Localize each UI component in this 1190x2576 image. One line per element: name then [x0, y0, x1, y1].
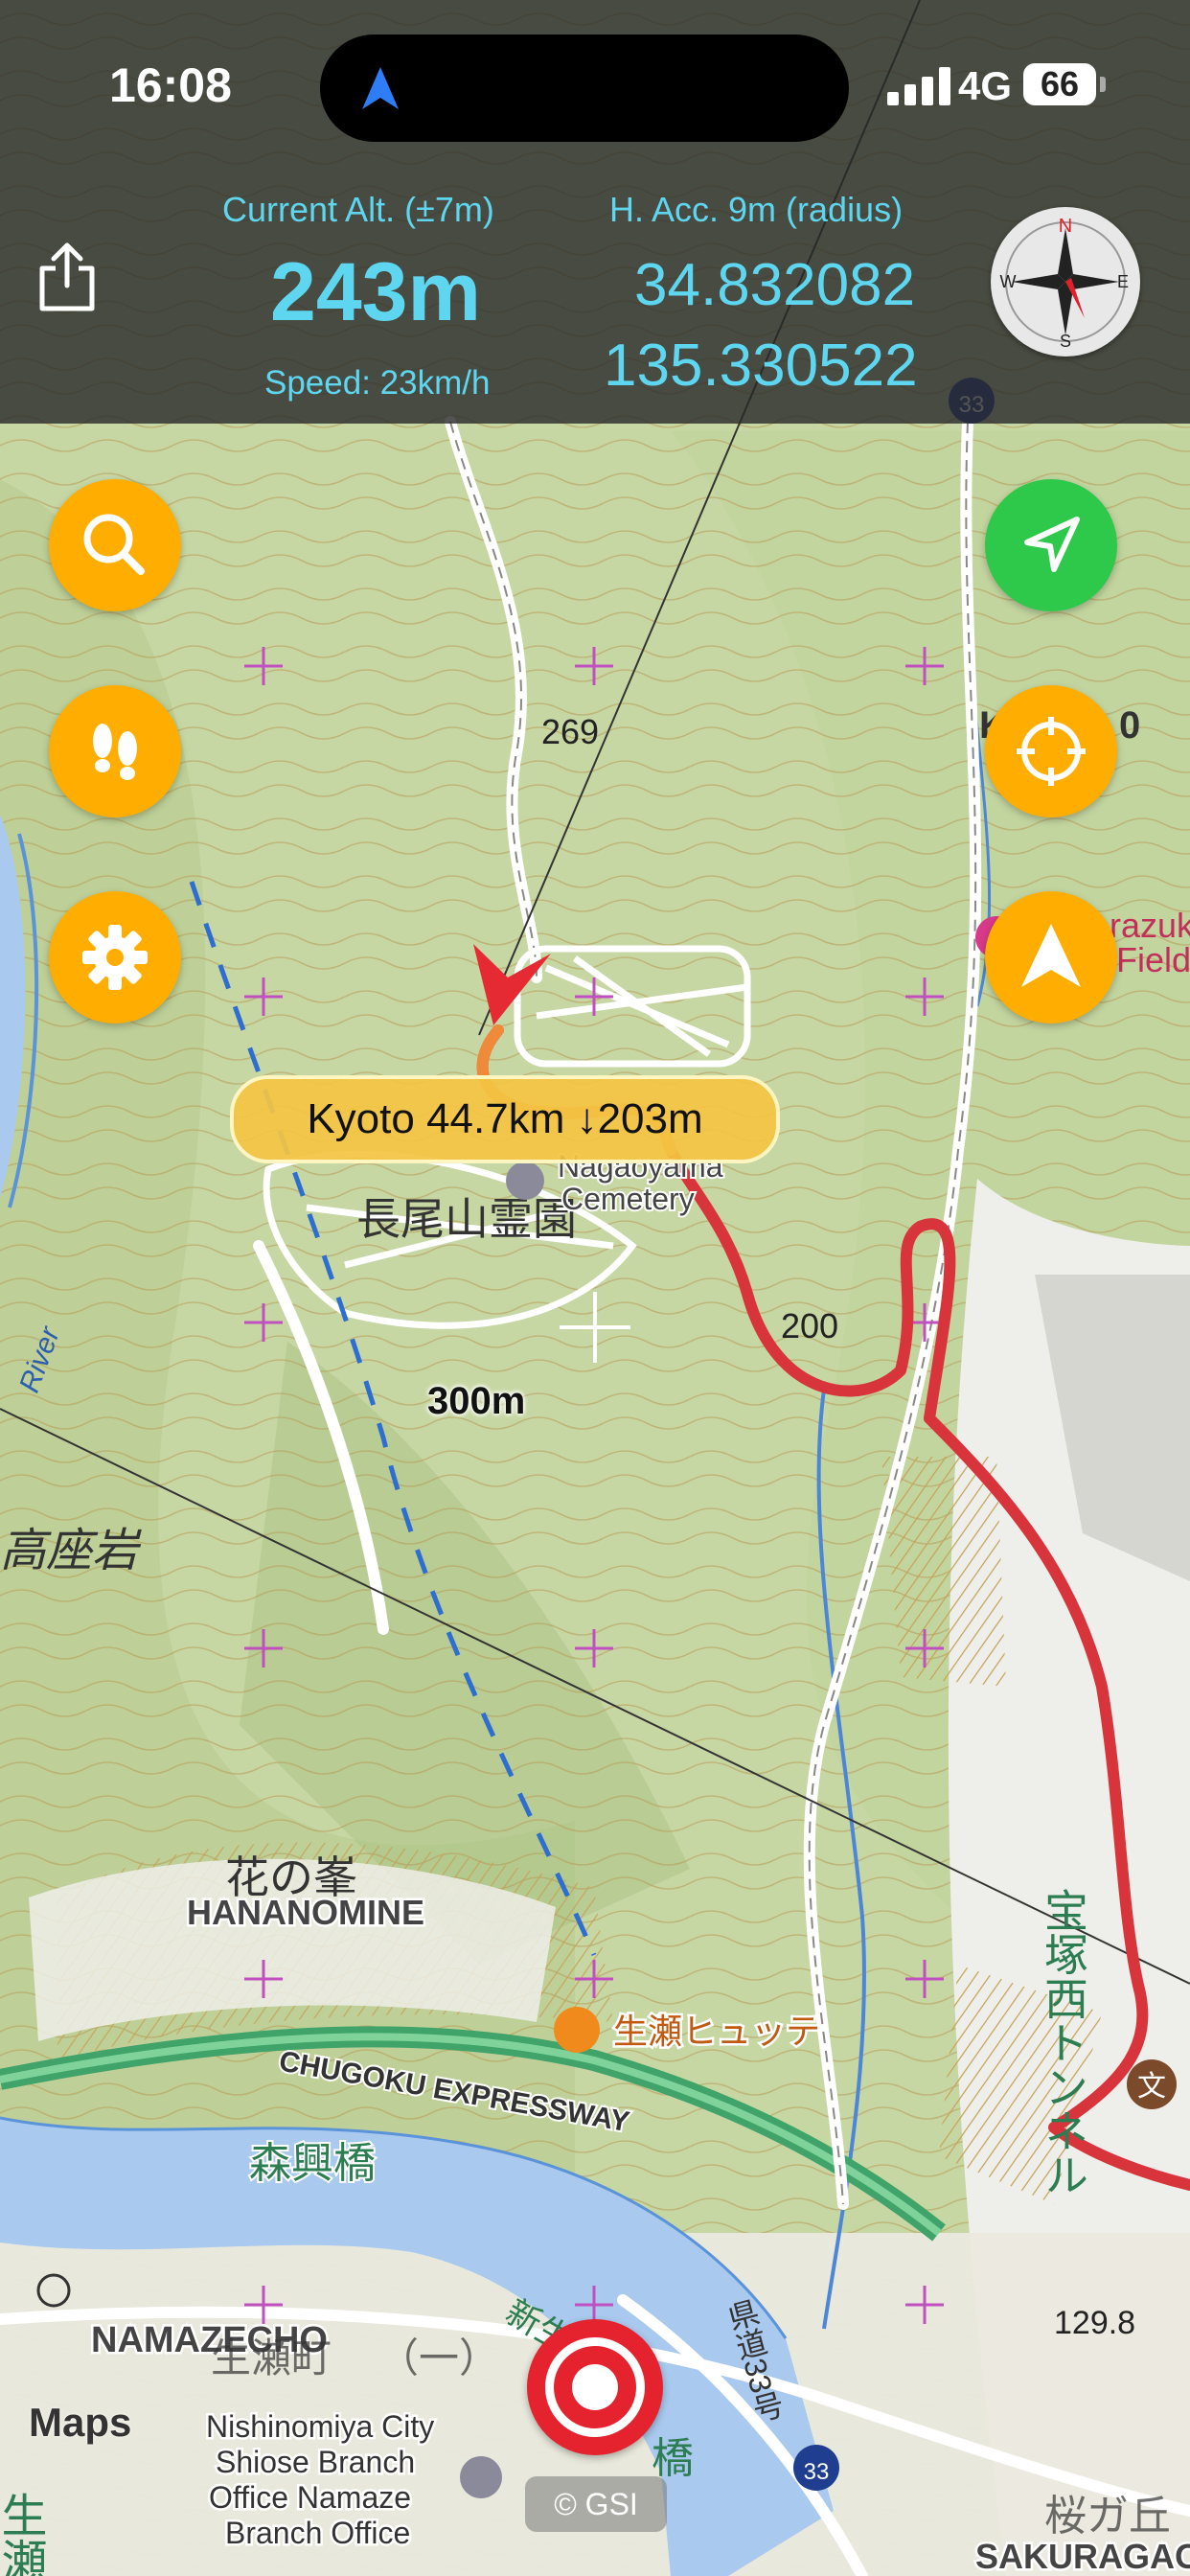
status-bar: 16:08 4G 66: [0, 0, 1190, 172]
elevation-label-200: 200: [781, 1306, 838, 1346]
school-poi-glyph: 文: [1137, 2071, 1166, 2103]
field-label-1: razuk: [1110, 906, 1190, 945]
elevation-label-269: 269: [541, 712, 599, 751]
network-type: 4G: [958, 63, 1013, 108]
latitude-value: 34.832082: [634, 252, 916, 318]
altitude-value: 243m: [270, 246, 481, 338]
battery-cap: [1100, 77, 1106, 92]
cemetery-label-en-2: Cemetery: [561, 1182, 695, 1216]
search-button[interactable]: [49, 479, 181, 611]
office-label-4: Branch Office: [225, 2516, 410, 2550]
hananomine-label-en: HANANOMINE: [187, 1893, 424, 1932]
speed-readout: Speed: 23km/h: [264, 364, 491, 402]
search-icon: [83, 514, 145, 575]
destination-distance-label[interactable]: Kyoto 44.7km ↓203m: [230, 1075, 780, 1163]
dynamic-island: [320, 34, 849, 142]
target-icon: [1017, 717, 1086, 786]
hashi-label: 橋: [652, 2435, 694, 2482]
sakuragaoka-label: SAKURAGAO: [975, 2537, 1190, 2576]
bridge-label: 森興橋: [249, 2140, 376, 2187]
longitude-value: 135.330522: [604, 333, 918, 399]
chome-label: （一）: [378, 2335, 499, 2380]
status-time: 16:08: [109, 58, 232, 112]
location-arrow-icon: [1024, 517, 1080, 572]
compass-rose-icon: N E S W: [1000, 216, 1130, 351]
rock-label: 高座岩: [0, 1526, 142, 1576]
cemetery-label-jp: 長尾山霊園: [356, 1194, 577, 1244]
compass-south-label: S: [1060, 332, 1071, 351]
route-33-label-bottom: 33: [804, 2459, 830, 2485]
station-label: 生瀬駅: [0, 2492, 47, 2576]
target-button[interactable]: [985, 685, 1117, 817]
settings-button[interactable]: [49, 891, 181, 1024]
map-attribution[interactable]: © GSI: [525, 2476, 667, 2532]
compass-button[interactable]: N E S W: [991, 207, 1140, 356]
battery-icon: 66: [1023, 63, 1096, 105]
compass-east-label: E: [1117, 272, 1129, 291]
record-button[interactable]: [527, 2319, 663, 2455]
hut-label: 生瀬ヒュッテ: [613, 2012, 820, 2051]
namaze-label-jp: 生瀬町: [211, 2335, 332, 2380]
compass-north-label: N: [1059, 216, 1072, 237]
office-label-2: Shiose Branch: [216, 2445, 415, 2479]
navigation-arrow-icon: [1021, 924, 1081, 987]
accuracy-label: H. Acc. 9m (radius): [609, 190, 904, 229]
cemetery-poi-icon[interactable]: [506, 1162, 544, 1200]
tunnel-label: 宝塚西トンネル: [1039, 1888, 1088, 2196]
map-center-crosshair-icon: [560, 1292, 630, 1363]
field-label-2: Field: [1116, 940, 1190, 979]
record-dot-icon: [572, 2364, 618, 2410]
elevation-label-129: 129.8: [1054, 2305, 1135, 2341]
track-log-button[interactable]: [49, 685, 181, 817]
office-poi-icon[interactable]: [460, 2456, 502, 2498]
heading-mode-button[interactable]: [985, 891, 1117, 1024]
map-scale-label: 300m: [427, 1380, 526, 1422]
office-label-1: Nishinomiya City: [206, 2409, 434, 2444]
navigation-active-icon: [362, 67, 399, 109]
office-label-3: Office Namaze: [209, 2480, 411, 2515]
sakura-label-jp: 桜ガ丘: [1044, 2493, 1171, 2540]
gps-info-header: 16:08 4G 66 Current Alt. (±7m) 243m Spee…: [0, 0, 1190, 424]
altitude-label: Current Alt. (±7m): [222, 190, 494, 229]
gear-icon: [82, 925, 148, 990]
hut-poi-icon[interactable]: [554, 2007, 600, 2053]
current-location-button[interactable]: [985, 479, 1117, 611]
maps-logo: Maps: [29, 2400, 132, 2445]
share-button[interactable]: [36, 242, 98, 312]
compass-west-label: W: [1000, 272, 1017, 291]
footprints-icon: [93, 724, 137, 780]
place-label-0: 0: [1119, 704, 1140, 747]
cellular-signal-icon: [887, 67, 950, 105]
